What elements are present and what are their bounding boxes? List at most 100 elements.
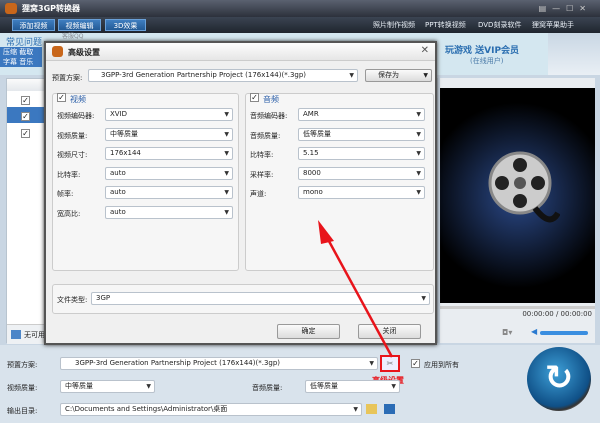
video-field-select[interactable]: auto ▼ bbox=[105, 205, 233, 219]
camera-icon[interactable]: ◘▾ bbox=[502, 328, 512, 337]
chevron-down-icon: ▼ bbox=[224, 169, 229, 177]
video-quality-select[interactable]: 中等质量 ▼ bbox=[60, 380, 155, 393]
file-type-label: 文件类型: bbox=[57, 296, 88, 304]
link-photo-video[interactable]: 照片制作视频 bbox=[373, 20, 415, 30]
audio-field-value: 低等质量 bbox=[303, 129, 331, 138]
video-field-select[interactable]: 中等质量 ▼ bbox=[105, 127, 233, 141]
ok-button[interactable]: 确定 bbox=[277, 324, 340, 339]
app-logo-icon bbox=[5, 3, 17, 14]
audio-field-select[interactable]: mono ▼ bbox=[298, 186, 425, 199]
maximize-button[interactable]: ☐ bbox=[566, 4, 579, 13]
video-quality-value: 中等质量 bbox=[65, 382, 93, 390]
video-field-label: 宽高比: bbox=[57, 209, 81, 218]
output-dir-input[interactable]: C:\Documents and Settings\Administrator\… bbox=[60, 403, 362, 416]
tool-links-row2[interactable]: 字幕 音乐 bbox=[3, 57, 42, 67]
advanced-settings-dialog: 高级设置 ✕ 预置方案: 3GPP-3rd Generation Partner… bbox=[44, 41, 437, 345]
title-bar: 狸窝3GP转换器 ▤—☐✕ bbox=[0, 0, 600, 17]
link-apple-helper[interactable]: 狸窝苹果助手 bbox=[532, 20, 574, 30]
audio-enable-checkbox[interactable]: ✓ bbox=[250, 93, 259, 102]
video-enable-checkbox[interactable]: ✓ bbox=[57, 93, 66, 102]
video-field-value: auto bbox=[110, 168, 126, 177]
convert-button[interactable]: ↻ bbox=[527, 347, 591, 411]
promo-text[interactable]: 玩游戏 送VIP会员 bbox=[445, 43, 519, 56]
audio-quality-label: 音频质量: bbox=[252, 384, 283, 392]
item-checkbox[interactable]: ✓ bbox=[21, 129, 30, 138]
dialog-close-icon[interactable]: ✕ bbox=[421, 45, 429, 56]
save-icon bbox=[11, 330, 21, 339]
audio-quality-value: 低等质量 bbox=[310, 382, 338, 390]
chevron-down-icon: ▼ bbox=[224, 150, 229, 157]
audio-field-select[interactable]: AMR ▼ bbox=[298, 108, 425, 121]
video-edit-button[interactable]: 视频编辑 bbox=[58, 19, 101, 31]
add-video-button[interactable]: 添加视频 bbox=[12, 19, 55, 31]
file-type-value: 3GP bbox=[96, 294, 111, 302]
save-as-label: 保存为 bbox=[378, 71, 399, 79]
bottom-panel: 预置方案: 3GPP-3rd Generation Partnership Pr… bbox=[0, 345, 600, 423]
file-type-select[interactable]: 3GP ▼ bbox=[91, 292, 430, 305]
video-field-select[interactable]: 176x144 ▼ bbox=[105, 147, 233, 160]
audio-field-select[interactable]: 8000 ▼ bbox=[298, 166, 425, 180]
dialog-preset-select[interactable]: 3GPP-3rd Generation Partnership Project … bbox=[88, 69, 358, 82]
chevron-down-icon: ▼ bbox=[416, 169, 421, 177]
audio-field-value: 8000 bbox=[303, 168, 321, 177]
audio-field-label: 音频质量: bbox=[250, 131, 281, 140]
video-group-title: 视频 bbox=[70, 94, 86, 105]
chevron-down-icon: ▼ bbox=[416, 111, 421, 118]
audio-field-label: 声道: bbox=[250, 190, 267, 198]
window-title: 狸窝3GP转换器 bbox=[22, 4, 80, 13]
item-checkbox[interactable]: ✓ bbox=[21, 96, 30, 105]
save-as-button[interactable]: 保存为 ▼ bbox=[365, 69, 432, 82]
tool-links-row1[interactable]: 压缩 截取 bbox=[3, 47, 42, 57]
audio-field-value: mono bbox=[303, 188, 323, 196]
file-type-group: 文件类型: 3GP ▼ bbox=[52, 284, 434, 314]
minimize-button[interactable]: — bbox=[552, 4, 566, 13]
audio-field-select[interactable]: 低等质量 ▼ bbox=[298, 127, 425, 141]
audio-field-label: 音频编码器: bbox=[250, 112, 288, 120]
video-field-label: 视频编码器: bbox=[57, 112, 95, 120]
apply-all-checkbox[interactable]: ✓ bbox=[411, 359, 420, 368]
chevron-down-icon: ▼ bbox=[224, 111, 229, 118]
faded-text: 客服QQ bbox=[62, 33, 84, 40]
link-ppt-video[interactable]: PPT转换视频 bbox=[425, 20, 466, 30]
video-field-value: auto bbox=[110, 188, 126, 196]
video-quality-label: 视频质量: bbox=[7, 384, 38, 392]
skin-icon[interactable]: ▤ bbox=[539, 4, 553, 13]
dialog-preset-label: 预置方案: bbox=[52, 74, 83, 82]
audio-group: ✓ 音频 音频编码器: AMR ▼ 音频质量: 低等质量 ▼ 比特率: 5.15 ▼ 采样率: 80… bbox=[245, 93, 434, 271]
dialog-logo-icon bbox=[52, 46, 63, 57]
close-dialog-button[interactable]: 关闭 bbox=[358, 324, 421, 339]
film-reel-icon bbox=[488, 151, 560, 223]
apply-all-label: 应用到所有 bbox=[424, 361, 459, 369]
dialog-title: 高级设置 bbox=[68, 48, 100, 57]
video-field-select[interactable]: auto ▼ bbox=[105, 186, 233, 199]
time-display: 00:00:00 / 00:00:00 bbox=[522, 310, 592, 318]
video-field-select[interactable]: auto ▼ bbox=[105, 166, 233, 180]
open-folder-icon[interactable] bbox=[366, 404, 377, 414]
item-checkbox[interactable]: ✓ bbox=[21, 112, 30, 121]
video-preview bbox=[440, 88, 595, 303]
chevron-down-icon: ▼ bbox=[416, 150, 421, 157]
preset-select[interactable]: 3GPP-3rd Generation Partnership Project … bbox=[60, 357, 378, 370]
video-field-label: 视频质量: bbox=[57, 131, 88, 140]
output-label: 输出目录: bbox=[7, 407, 38, 415]
audio-quality-select[interactable]: 低等质量 ▼ bbox=[305, 380, 400, 393]
3d-effect-button[interactable]: 3D效果 bbox=[105, 19, 146, 31]
browse-icon[interactable] bbox=[384, 404, 395, 414]
player-panel: 00:00:00 / 00:00:00 ◘▾ ◀ bbox=[440, 78, 595, 343]
video-field-select[interactable]: XVID ▼ bbox=[105, 108, 233, 121]
volume-icon: ◀ bbox=[531, 327, 538, 336]
volume-slider[interactable] bbox=[540, 331, 588, 335]
video-field-value: 176x144 bbox=[110, 149, 141, 157]
chevron-down-icon: ▼ bbox=[224, 130, 229, 138]
video-field-value: 中等质量 bbox=[110, 129, 138, 138]
video-group: ✓ 视频 视频编码器: XVID ▼ 视频质量: 中等质量 ▼ 视频尺寸: 176x144 ▼ 比… bbox=[52, 93, 239, 271]
status-text: 无可用 bbox=[24, 331, 45, 339]
dialog-preset-value: 3GPP-3rd Generation Partnership Project … bbox=[101, 71, 307, 79]
seek-bar[interactable] bbox=[440, 306, 595, 309]
close-button[interactable]: ✕ bbox=[579, 4, 592, 13]
video-field-label: 帧率: bbox=[57, 190, 74, 198]
audio-field-select[interactable]: 5.15 ▼ bbox=[298, 147, 425, 160]
chevron-down-icon: ▼ bbox=[416, 130, 421, 138]
link-dvd[interactable]: DVD刻录软件 bbox=[478, 20, 521, 30]
advanced-settings-button[interactable]: ✂ bbox=[380, 355, 400, 372]
